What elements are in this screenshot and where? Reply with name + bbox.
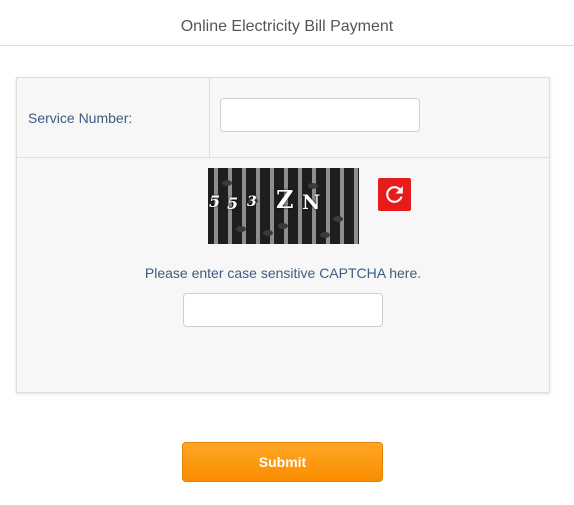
service-number-label: Service Number: xyxy=(28,110,133,126)
submit-button[interactable]: Submit xyxy=(182,442,383,482)
page-title: Online Electricity Bill Payment xyxy=(180,18,394,35)
captcha-char-4: Z xyxy=(276,185,294,214)
service-number-row: Service Number: xyxy=(17,78,549,158)
captcha-char-3: 3 xyxy=(247,194,257,210)
row-divider xyxy=(209,78,210,158)
captcha-char-5: N xyxy=(302,190,321,214)
refresh-icon xyxy=(386,186,403,203)
captcha-input[interactable] xyxy=(183,293,383,327)
captcha-hint: Please enter case sensitive CAPTCHA here… xyxy=(144,265,422,281)
service-number-input[interactable] xyxy=(220,98,420,132)
payment-form-panel: Service Number: 5 5 3 Z N Please enter c… xyxy=(16,77,550,393)
captcha-char-2: 5 xyxy=(227,194,239,213)
captcha-image: 5 5 3 Z N xyxy=(208,168,359,244)
page-header: Online Electricity Bill Payment xyxy=(0,0,574,46)
captcha-refresh-button[interactable] xyxy=(378,178,411,211)
captcha-char-1: 5 xyxy=(209,192,221,211)
